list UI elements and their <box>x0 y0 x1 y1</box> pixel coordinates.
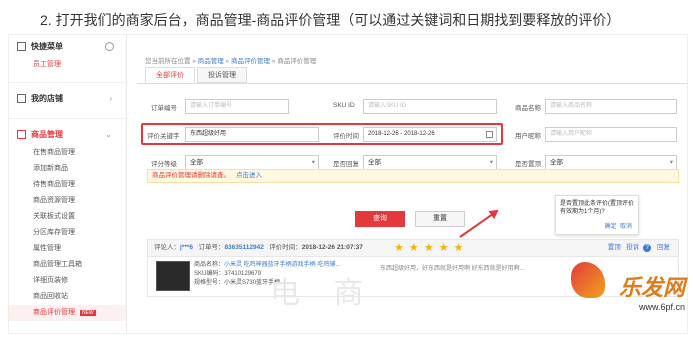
notice-bar: 商品评价管理请删除请查。 点击进入 <box>147 169 679 183</box>
top-label: 是否置顶 <box>515 161 541 168</box>
pin-confirm-actions: 确定 取消 <box>605 223 632 231</box>
sidebar-item-staff[interactable]: 员工管理 <box>9 57 126 73</box>
pin-confirm-ok[interactable]: 确定 <box>605 224 617 230</box>
reply-select[interactable]: 全部 <box>363 155 497 170</box>
site-logo: 乐发网 www.6pf.cn <box>619 270 685 312</box>
notice-link[interactable]: 点击进入 <box>236 172 262 179</box>
review-time-label: 评价时间 <box>333 133 359 140</box>
review-time-input[interactable]: 2018-12-26 - 2018-12-26 <box>363 127 497 142</box>
pin-confirm-cancel[interactable]: 取消 <box>620 224 632 230</box>
keyword-label: 评价关键字 <box>147 133 180 140</box>
user-nick-label: 用户昵称 <box>515 133 541 140</box>
user-nick-input[interactable]: 请输入用户昵称 <box>545 127 677 142</box>
search-button[interactable]: 查询 <box>355 211 405 227</box>
level-label: 评分等级 <box>151 161 177 168</box>
rating-stars: ★ ★ ★ ★ ★ <box>394 242 465 254</box>
reset-button[interactable]: 重置 <box>415 211 465 227</box>
sku-code-label: SKU编码： <box>194 271 225 277</box>
divider <box>9 109 126 119</box>
pin-confirm-popup: 是否置顶此条评价(置顶评价有效期为1个月)? 确定 取消 <box>555 195 639 235</box>
chevron-right-icon: › <box>109 93 112 103</box>
sidebar-item-pending[interactable]: 待售商品管理 <box>9 177 126 193</box>
review-time-label-row: 评价时间： <box>269 244 302 251</box>
top-select[interactable]: 全部 <box>545 155 677 170</box>
reviewer-name: j***6 <box>180 244 194 251</box>
breadcrumb-goods[interactable]: 商品管理 <box>198 58 224 65</box>
help-icon[interactable]: ? <box>643 244 652 252</box>
order-input[interactable]: 请输入订单编号 <box>185 99 289 114</box>
instruction-caption: 2. 打开我们的商家后台，商品管理-商品评价管理（可以通过关键词和日期找到要释放… <box>40 12 621 28</box>
chevron-down-icon: ⌄ <box>105 129 112 139</box>
pin-confirm-text: 是否置顶此条评价(置顶评价有效期为1个月)? <box>560 201 634 215</box>
sidebar-item-resources[interactable]: 商品资源管理 <box>9 193 126 209</box>
gear-icon[interactable] <box>105 41 114 51</box>
divider <box>9 73 126 83</box>
sidebar: 快捷菜单 员工管理 我的店铺 › 商品管理 ⌄ 在售商品管理 添加新商品 待售商… <box>9 35 127 333</box>
goods-icon <box>17 129 26 139</box>
grid-icon <box>17 41 26 51</box>
order-label: 订单编号 <box>151 105 177 112</box>
sidebar-item-reviews[interactable]: 商品评价管理 NEW <box>9 305 126 321</box>
product-thumbnail[interactable] <box>156 261 190 291</box>
sidebar-item-reviews-label: 商品评价管理 <box>33 309 75 316</box>
order-no-label: 订单号： <box>198 244 225 251</box>
sidebar-my-shop[interactable]: 我的店铺 › <box>9 87 126 109</box>
reply-link[interactable]: 回复 <box>657 244 670 251</box>
breadcrumb-sep: » <box>223 58 231 65</box>
goods-name-input[interactable]: 请输入商品名称 <box>545 99 677 114</box>
calendar-icon[interactable] <box>486 131 493 138</box>
sidebar-quick-menu[interactable]: 快捷菜单 <box>9 35 126 57</box>
tab-all-reviews[interactable]: 全部评价 <box>145 67 195 83</box>
sidebar-item-detail-decor[interactable]: 详细页装修 <box>9 273 126 289</box>
sku-input[interactable]: 请输入SKU ID <box>363 99 497 114</box>
site-logo-url: www.6pf.cn <box>638 302 685 312</box>
order-no[interactable]: 83635112942 <box>224 244 263 251</box>
shop-icon <box>17 93 26 103</box>
review-row-header: 评论人：j***6 订单号：83635112942 评价时间：2018-12-2… <box>147 239 679 257</box>
breadcrumb-prefix: 您当前所在位置 » <box>145 58 196 65</box>
new-badge: NEW <box>79 310 96 316</box>
breadcrumb-reviews[interactable]: 商品评价管理 <box>231 58 270 65</box>
sidebar-item-add-goods[interactable]: 添加新商品 <box>9 161 126 177</box>
breadcrumb-current: 商品评价管理 <box>277 58 317 65</box>
sku-code: 37410129679 <box>224 271 262 277</box>
pin-top-link[interactable]: 置顶 <box>608 244 621 251</box>
review-actions: 置顶 投诉? 回复 <box>608 240 670 256</box>
main-content: 您当前所在位置 » 商品管理 » 商品评价管理 » 商品评价管理 全部评价 投诉… <box>137 35 687 333</box>
goods-name-label: 商品名称 <box>515 105 541 112</box>
goods-manage-label: 商品管理 <box>31 129 63 139</box>
sidebar-item-attributes[interactable]: 属性管理 <box>9 241 126 257</box>
sidebar-goods-manage[interactable]: 商品管理 ⌄ <box>9 123 126 145</box>
reviewer-label: 评论人： <box>154 244 180 251</box>
watermark: 电 商 <box>270 276 376 311</box>
sidebar-item-stock[interactable]: 分区库存管理 <box>9 225 126 241</box>
my-shop-label: 我的店铺 <box>31 93 63 103</box>
sidebar-item-layout[interactable]: 关联板式设置 <box>9 209 126 225</box>
review-time-value: 2018-12-26 - 2018-12-26 <box>368 131 435 137</box>
review-comment: 东西超级好用，好东西就是好用啊 好东西就是好用啊... <box>380 266 525 272</box>
sidebar-item-on-sale[interactable]: 在售商品管理 <box>9 145 126 161</box>
quick-menu-label: 快捷菜单 <box>31 41 63 51</box>
tab-complaints[interactable]: 投诉管理 <box>197 67 247 83</box>
spec-label: 规格型号： <box>194 280 225 286</box>
sidebar-item-recycle[interactable]: 商品回收站 <box>9 289 126 305</box>
site-logo-name: 乐发网 <box>618 275 685 301</box>
reply-label: 是否回复 <box>333 161 359 168</box>
sidebar-item-toolbox[interactable]: 商品管理工具箱 <box>9 257 126 273</box>
tab-bar: 全部评价 投诉管理 <box>145 67 249 83</box>
breadcrumb: 您当前所在位置 » 商品管理 » 商品评价管理 » 商品评价管理 <box>145 55 316 65</box>
keyword-input[interactable]: 东西超级好用 <box>185 127 319 142</box>
notice-text: 商品评价管理请删除请查。 <box>152 172 230 179</box>
level-select[interactable]: 全部 <box>185 155 319 170</box>
sku-label: SKU ID <box>333 102 355 109</box>
report-link[interactable]: 投诉 <box>626 244 639 251</box>
review-time: 2018-12-26 21:07:37 <box>301 244 363 251</box>
product-name-label: 商品名称： <box>194 262 225 268</box>
